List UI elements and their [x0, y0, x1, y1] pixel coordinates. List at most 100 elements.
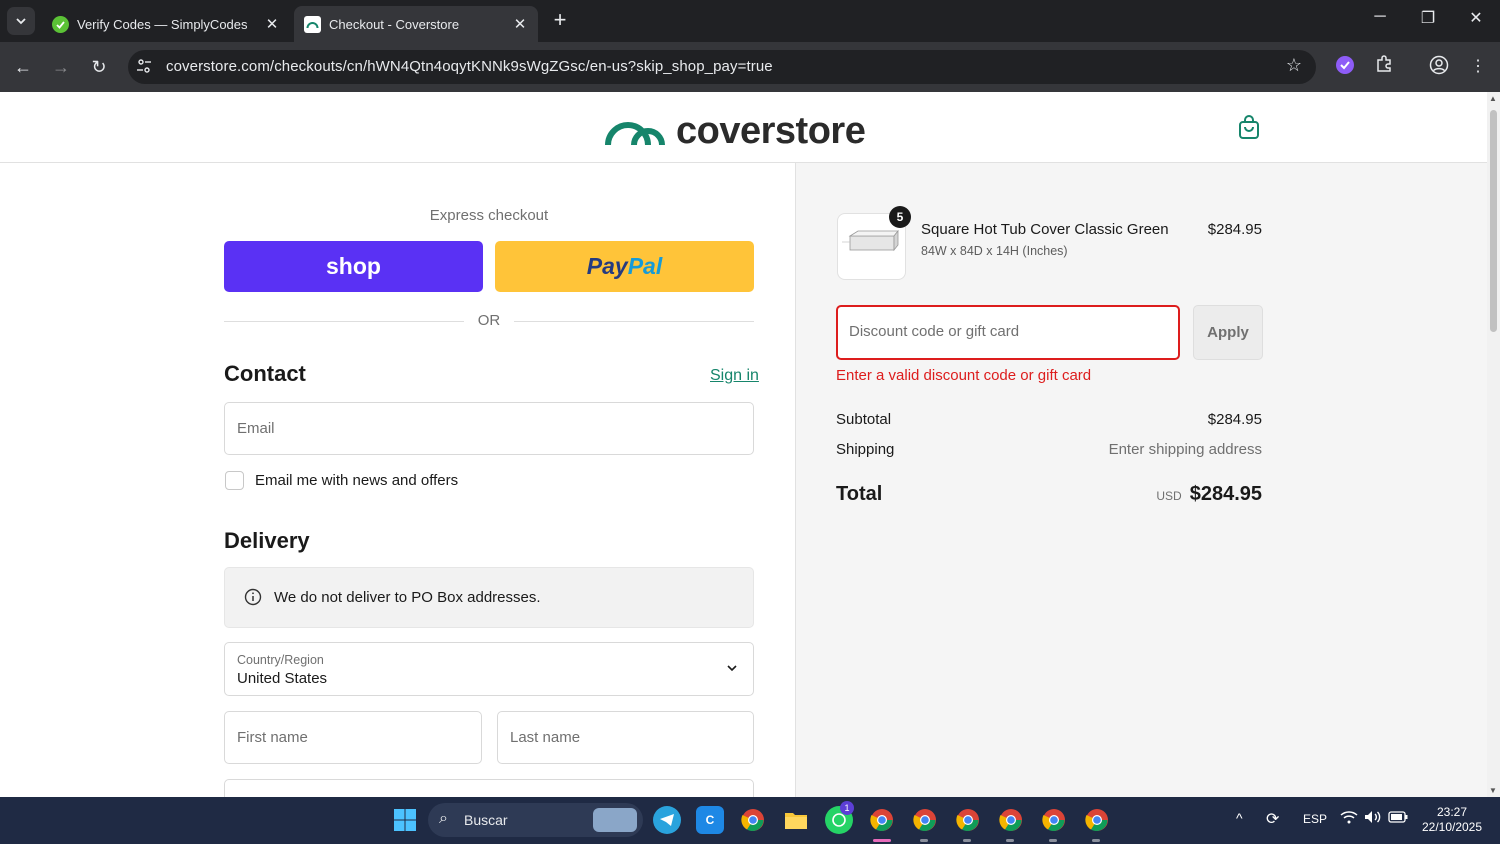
- tab-simplycodes[interactable]: Verify Codes — SimplyCodes ✕: [42, 6, 290, 42]
- running-indicator: [1092, 839, 1100, 842]
- info-icon: [244, 588, 262, 611]
- express-checkout-label: Express checkout: [429, 207, 549, 224]
- tab-title: Checkout - Coverstore: [329, 16, 460, 32]
- site-settings-icon[interactable]: [136, 58, 154, 76]
- email-placeholder: Email: [237, 420, 275, 437]
- page-scrollbar[interactable]: ▲ ▼: [1487, 92, 1500, 797]
- discount-placeholder: Discount code or gift card: [849, 323, 1020, 340]
- scroll-down-icon[interactable]: ▼: [1489, 786, 1497, 795]
- last-name-field[interactable]: Last name: [497, 711, 754, 764]
- po-box-notice: We do not deliver to PO Box addresses.: [224, 567, 754, 628]
- first-name-field[interactable]: First name: [224, 711, 482, 764]
- whatsapp-notification-badge: 1: [840, 801, 854, 815]
- running-indicator: [963, 839, 971, 842]
- cart-bag-icon[interactable]: [1237, 114, 1261, 145]
- active-app-indicator: [873, 839, 891, 842]
- extension-icon[interactable]: [1333, 55, 1357, 79]
- profile-icon[interactable]: [1427, 55, 1451, 79]
- reload-icon[interactable]: ↻: [86, 54, 112, 80]
- tab-search-dropdown-icon[interactable]: [7, 7, 35, 35]
- new-tab-icon[interactable]: +: [548, 9, 572, 33]
- file-explorer-icon[interactable]: [782, 806, 810, 834]
- country-label: Country/Region: [237, 653, 324, 667]
- tab-title: Verify Codes — SimplyCodes: [77, 16, 248, 32]
- chrome-profile-2-icon[interactable]: [911, 806, 939, 834]
- discount-code-input[interactable]: Discount code or gift card: [836, 305, 1180, 360]
- search-icon: ⌕: [439, 810, 448, 827]
- or-label: OR: [477, 312, 501, 329]
- chrome-profile-3-icon[interactable]: [954, 806, 982, 834]
- close-tab-icon[interactable]: ✕: [264, 15, 280, 33]
- chrome-profile-4-icon[interactable]: [997, 806, 1025, 834]
- currency-code: USD: [1156, 489, 1182, 503]
- clock-date: 22/10/2025: [1421, 820, 1483, 834]
- checkout-form-column: Express checkout shop Pay Pal OR Contact …: [0, 163, 795, 797]
- clock-time: 23:27: [1436, 805, 1468, 819]
- address-field[interactable]: [224, 779, 754, 797]
- battery-icon[interactable]: [1388, 811, 1408, 826]
- last-name-placeholder: Last name: [510, 729, 581, 746]
- running-indicator: [920, 839, 928, 842]
- chrome-profile-6-icon[interactable]: [1083, 806, 1111, 834]
- chrome-profile-1-icon[interactable]: [868, 806, 896, 834]
- taskbar-search-label: Buscar: [464, 812, 508, 828]
- subtotal-value: $284.95: [1207, 411, 1262, 428]
- scrollbar-thumb[interactable]: [1490, 110, 1497, 332]
- forward-icon[interactable]: →: [48, 54, 74, 80]
- url-text[interactable]: coverstore.com/checkouts/cn/hWN4Qtn4oqyt…: [166, 58, 773, 75]
- or-divider: OR: [224, 312, 754, 332]
- show-hidden-icons-icon[interactable]: ^: [1236, 810, 1243, 826]
- news-offers-label: Email me with news and offers: [255, 472, 459, 489]
- contact-heading: Contact: [224, 361, 306, 386]
- scroll-up-icon[interactable]: ▲: [1489, 94, 1497, 103]
- sign-in-link[interactable]: Sign in: [710, 367, 759, 385]
- volume-icon[interactable]: [1364, 810, 1382, 827]
- simplycodes-favicon-icon: [52, 15, 69, 33]
- site-header: coverstore: [0, 92, 1487, 163]
- taskbar-search[interactable]: ⌕ Buscar: [428, 803, 643, 837]
- windows-start-icon[interactable]: [391, 806, 419, 834]
- close-tab-icon[interactable]: ✕: [512, 15, 528, 33]
- total-value: USD $284.95: [1156, 483, 1262, 506]
- order-summary: 5 Square Hot Tub Cover Classic Green 84W…: [795, 163, 1487, 797]
- news-offers-checkbox[interactable]: [225, 471, 244, 490]
- product-name: Square Hot Tub Cover Classic Green: [921, 221, 1169, 238]
- search-highlight-image: [593, 808, 637, 832]
- discount-error-message: Enter a valid discount code or gift card: [836, 367, 1092, 384]
- apply-button[interactable]: Apply: [1193, 305, 1263, 360]
- running-indicator: [1006, 839, 1014, 842]
- back-icon[interactable]: ←: [10, 54, 36, 80]
- logo-text: coverstore: [676, 110, 866, 152]
- shop-pay-label: shop: [326, 253, 381, 279]
- chrome-icon[interactable]: [739, 806, 767, 834]
- checkout-page: coverstore Express checkout shop Pay Pal …: [0, 92, 1487, 797]
- coverstore-logo[interactable]: coverstore: [604, 110, 866, 153]
- minimize-icon[interactable]: ─: [1365, 8, 1395, 26]
- chrome-profile-5-icon[interactable]: [1040, 806, 1068, 834]
- country-select[interactable]: Country/Region United States: [224, 642, 754, 696]
- shop-pay-button[interactable]: shop: [224, 241, 483, 292]
- c-app-icon[interactable]: C: [696, 806, 724, 834]
- paypal-button[interactable]: Pay Pal: [495, 241, 754, 292]
- system-clock[interactable]: 23:27 22/10/2025: [1412, 805, 1492, 835]
- email-field[interactable]: Email: [224, 402, 754, 455]
- extensions-puzzle-icon[interactable]: [1372, 55, 1396, 79]
- product-variant: 84W x 84D x 14H (Inches): [921, 244, 1068, 258]
- tab-checkout[interactable]: Checkout - Coverstore ✕: [294, 6, 538, 42]
- restore-icon[interactable]: ❐: [1413, 8, 1443, 28]
- paypal-label-part1: Pay: [586, 253, 628, 279]
- quantity-badge: 5: [889, 206, 911, 228]
- delivery-heading: Delivery: [224, 528, 310, 553]
- telegram-icon[interactable]: [653, 806, 681, 834]
- menu-kebab-icon[interactable]: ⋮: [1466, 55, 1490, 79]
- language-indicator[interactable]: ESP: [1303, 812, 1327, 826]
- sync-icon[interactable]: ⟳: [1266, 809, 1279, 829]
- logo-arc-icon: [605, 121, 665, 145]
- paypal-label-part2: Pal: [627, 253, 663, 279]
- address-bar[interactable]: coverstore.com/checkouts/cn/hWN4Qtn4oqyt…: [128, 50, 1316, 84]
- bookmark-star-icon[interactable]: ☆: [1286, 55, 1302, 76]
- close-window-icon[interactable]: ✕: [1461, 8, 1491, 28]
- shipping-value: Enter shipping address: [1108, 441, 1262, 458]
- browser-tab-bar: Verify Codes — SimplyCodes ✕ Checkout - …: [0, 0, 1500, 42]
- wifi-icon[interactable]: [1340, 810, 1358, 827]
